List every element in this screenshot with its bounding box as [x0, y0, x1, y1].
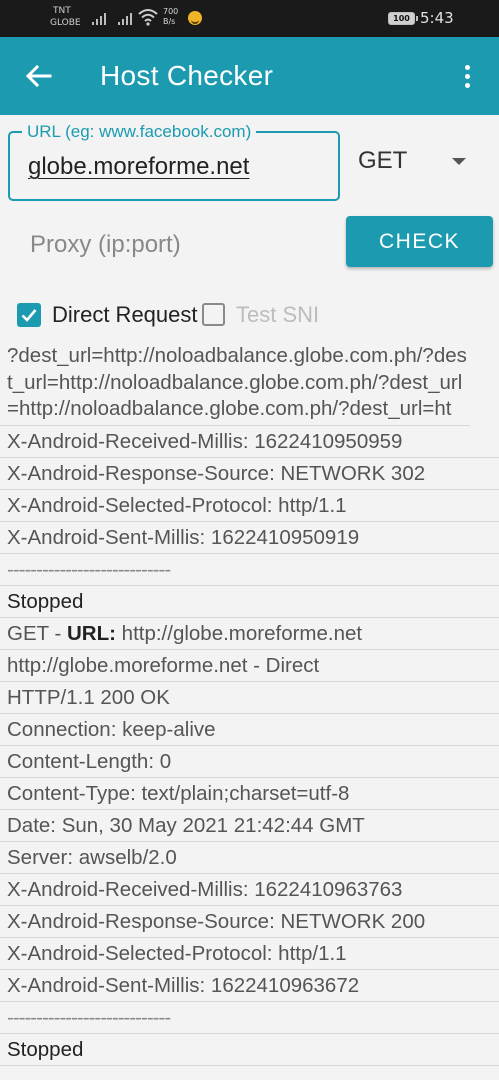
log-row: http://globe.moreforme.net - Direct	[0, 650, 499, 682]
log-request-line: GET - URL: http://globe.moreforme.net	[0, 618, 499, 650]
log-stopped: Stopped	[0, 1034, 499, 1066]
log-row: Server: awselb/2.0	[0, 842, 499, 874]
checkmark-icon	[21, 309, 37, 322]
app-title: Host Checker	[100, 60, 274, 91]
signal-icon	[92, 11, 108, 25]
log-row: Content-Type: text/plain;charset=utf-8	[0, 778, 499, 810]
direct-request-label[interactable]: Direct Request	[52, 301, 198, 329]
log-output: ?dest_url=http://noloadbalance.globe.com…	[0, 343, 499, 1066]
log-row: Content-Length: 0	[0, 746, 499, 778]
test-sni-label[interactable]: Test SNI	[236, 301, 319, 329]
log-row: X-Android-Selected-Protocol: http/1.1	[0, 938, 499, 970]
log-row: X-Android-Sent-Millis: 1622410950919	[0, 522, 499, 554]
arrow-back-icon[interactable]	[22, 59, 56, 93]
network-speed: 700 B/s	[163, 7, 178, 27]
signal-icon-2	[118, 11, 134, 25]
url-field-label: URL (eg: www.facebook.com)	[22, 121, 257, 143]
dropdown-arrow-icon[interactable]	[452, 158, 466, 165]
more-vert-icon[interactable]	[455, 63, 479, 91]
speed-unit: B/s	[163, 17, 176, 26]
request-url-label: URL:	[67, 621, 116, 645]
log-row: Date: Sun, 30 May 2021 21:42:44 GMT	[0, 810, 499, 842]
app-bar: Host Checker	[0, 37, 499, 115]
clock: 5:43	[420, 9, 454, 27]
test-sni-checkbox[interactable]	[202, 303, 225, 326]
battery-icon: 100	[388, 12, 418, 25]
wifi-icon	[138, 9, 158, 26]
url-input[interactable]: globe.moreforme.net	[28, 151, 249, 183]
log-row: Connection: keep-alive	[0, 714, 499, 746]
carrier-label: TNT GLOBE	[50, 5, 81, 29]
carrier-line-1: TNT	[53, 6, 71, 16]
carrier-line-2: GLOBE	[50, 18, 81, 28]
direct-request-checkbox[interactable]	[17, 303, 41, 327]
proxy-input[interactable]: Proxy (ip:port)	[30, 229, 181, 261]
log-row-dest-url: ?dest_url=http://noloadbalance.globe.com…	[0, 343, 470, 426]
log-row: X-Android-Received-Millis: 1622410950959	[0, 426, 499, 458]
request-url-value: http://globe.moreforme.net	[115, 621, 363, 645]
log-separator: ----------------------------	[0, 554, 499, 586]
log-row: X-Android-Selected-Protocol: http/1.1	[0, 490, 499, 522]
status-bar: TNT GLOBE 700 B/s 100 5:43	[0, 0, 499, 37]
check-button[interactable]: CHECK	[346, 216, 493, 267]
log-stopped: Stopped	[0, 586, 499, 618]
request-dash: -	[48, 621, 67, 645]
speed-value: 700	[163, 7, 179, 16]
log-row: HTTP/1.1 200 OK	[0, 682, 499, 714]
method-select[interactable]: GET	[358, 147, 407, 175]
request-method: GET	[7, 621, 49, 645]
log-row: X-Android-Response-Source: NETWORK 302	[0, 458, 499, 490]
log-row: X-Android-Response-Source: NETWORK 200	[0, 906, 499, 938]
notification-emoji-icon	[188, 11, 202, 25]
log-separator: ----------------------------	[0, 1002, 499, 1034]
log-row: X-Android-Received-Millis: 1622410963763	[0, 874, 499, 906]
log-row: X-Android-Sent-Millis: 1622410963672	[0, 970, 499, 1002]
